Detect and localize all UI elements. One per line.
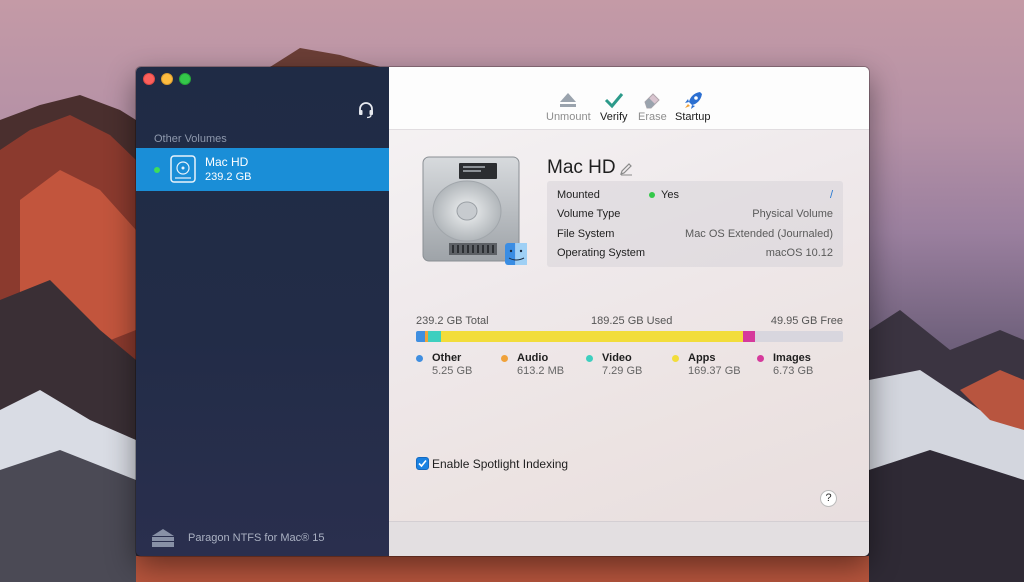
- usage-segment-apps: [440, 331, 744, 342]
- operating-system-value: macOS 10.12: [765, 247, 833, 259]
- legend-dot-other: [416, 355, 423, 362]
- legend-value-apps: 169.37 GB: [688, 365, 741, 377]
- volume-size: 239.2 GB: [205, 171, 252, 183]
- unmount-button[interactable]: Unmount: [546, 91, 591, 123]
- usage-segment-video: [427, 331, 441, 342]
- startup-label: Startup: [675, 111, 711, 123]
- volume-info-panel: Mounted Yes / Volume Type Physical Volum…: [547, 181, 843, 267]
- minimize-window-button[interactable]: [161, 73, 173, 85]
- volume-type-label: Volume Type: [557, 208, 621, 220]
- legend-value-images: 6.73 GB: [773, 365, 814, 377]
- startup-button[interactable]: Startup: [675, 91, 710, 123]
- mounted-status-dot: [154, 167, 160, 173]
- legend-name-images: Images: [773, 352, 811, 364]
- legend-value-audio: 613.2 MB: [517, 365, 565, 377]
- close-window-button[interactable]: [143, 73, 155, 85]
- legend-dot-apps: [672, 355, 679, 362]
- mounted-value: Yes: [661, 189, 679, 201]
- total-capacity: 239.2 GB Total: [416, 315, 489, 327]
- verify-label: Verify: [600, 111, 628, 123]
- rocket-icon: [684, 92, 702, 109]
- eraser-icon: [644, 93, 661, 109]
- section-header-other-volumes: Other Volumes: [154, 133, 227, 145]
- unmount-label: Unmount: [546, 111, 591, 123]
- operating-system-label: Operating System: [557, 247, 646, 259]
- info-row-operating-system: Operating System macOS 10.12: [557, 244, 833, 263]
- volume-name: Mac HD: [205, 155, 249, 169]
- info-row-mounted: Mounted Yes /: [557, 186, 833, 205]
- used-capacity: 189.25 GB Used: [591, 315, 673, 327]
- main-panel: Unmount Verify Erase Startup Mac HD Moun…: [389, 67, 869, 556]
- info-row-file-system: File System Mac OS Extended (Journaled): [557, 225, 833, 244]
- usage-segment-other: [416, 331, 426, 342]
- legend-dot-video: [586, 355, 593, 362]
- headset-support-icon[interactable]: [357, 101, 375, 119]
- mounted-status-dot: [649, 192, 655, 198]
- legend-name-apps: Apps: [688, 352, 716, 364]
- storage-usage-bar: [416, 331, 843, 342]
- footer-bar: [389, 521, 869, 556]
- sidebar-item-mac-hd[interactable]: Mac HD 239.2 GB: [136, 148, 389, 191]
- checkmark-icon: [418, 459, 427, 468]
- spotlight-checkbox[interactable]: [416, 457, 429, 470]
- paragon-logo-icon: [152, 529, 174, 547]
- legend-dot-images: [757, 355, 764, 362]
- sidebar: Other Volumes Mac HD 239.2 GB Paragon NT…: [136, 67, 389, 556]
- toolbar: Unmount Verify Erase Startup: [389, 67, 869, 130]
- volume-title: Mac HD: [547, 157, 616, 178]
- legend-dot-audio: [501, 355, 508, 362]
- window-controls: [143, 73, 191, 85]
- spotlight-label[interactable]: Enable Spotlight Indexing: [432, 457, 568, 471]
- hard-drive-icon: [170, 155, 196, 183]
- file-system-value: Mac OS Extended (Journaled): [685, 228, 833, 240]
- pencil-edit-icon[interactable]: [619, 162, 633, 176]
- legend-name-video: Video: [602, 352, 632, 364]
- app-window: Other Volumes Mac HD 239.2 GB Paragon NT…: [136, 67, 869, 556]
- erase-button[interactable]: Erase: [638, 91, 667, 123]
- hard-disk-image: [422, 156, 527, 265]
- app-brand-label: Paragon NTFS for Mac® 15: [188, 532, 325, 544]
- file-system-label: File System: [557, 228, 615, 240]
- legend-value-other: 5.25 GB: [432, 365, 473, 377]
- erase-label: Erase: [638, 111, 667, 123]
- open-volume-link[interactable]: /: [830, 189, 833, 201]
- mounted-label: Mounted: [557, 189, 600, 201]
- verify-button[interactable]: Verify: [600, 91, 628, 123]
- usage-segment-images: [743, 331, 756, 342]
- volume-type-value: Physical Volume: [752, 208, 833, 220]
- checkmark-icon: [604, 93, 623, 109]
- free-capacity: 49.95 GB Free: [770, 315, 843, 327]
- eject-icon: [560, 93, 577, 107]
- zoom-window-button[interactable]: [179, 73, 191, 85]
- legend-name-audio: Audio: [517, 352, 549, 364]
- help-button[interactable]: ?: [820, 490, 837, 507]
- info-row-volume-type: Volume Type Physical Volume: [557, 205, 833, 224]
- legend-name-other: Other: [432, 352, 462, 364]
- legend-value-video: 7.29 GB: [602, 365, 643, 377]
